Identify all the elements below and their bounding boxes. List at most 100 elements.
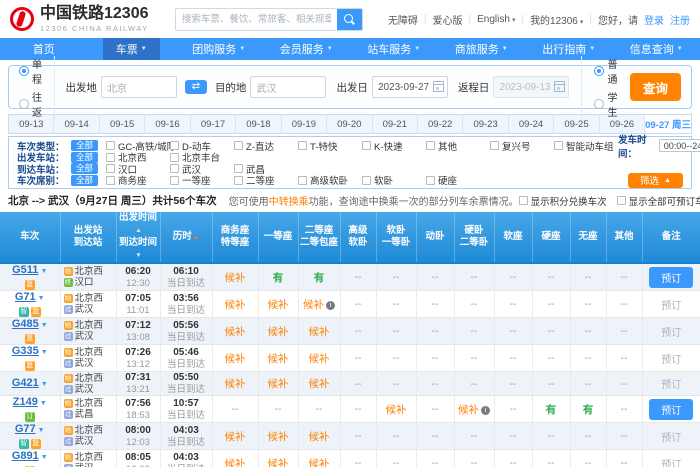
filter-option-其他[interactable]: 其他 bbox=[426, 139, 480, 153]
query-button[interactable]: 查询 bbox=[630, 73, 681, 101]
topbar-link-3[interactable]: English▾ bbox=[477, 14, 515, 25]
summary-checkbox-显示积分兑换车次[interactable]: 显示积分兑换车次 bbox=[519, 194, 607, 208]
date-tab-09-21[interactable]: 09-21 bbox=[372, 115, 417, 133]
column-header-出发时间[interactable]: 出发时间▲到达时间▼ bbox=[116, 212, 160, 263]
filter-option-商务座[interactable]: 商务座 bbox=[106, 173, 160, 187]
from-input[interactable] bbox=[101, 76, 177, 98]
filter-all-button[interactable]: 全部 bbox=[71, 140, 98, 151]
trip-type-往返[interactable]: 往返 bbox=[19, 89, 42, 119]
column-header-出发站: 出发站到达站 bbox=[60, 212, 116, 263]
nav-item-团购服务[interactable]: 团购服务▼ bbox=[175, 38, 263, 60]
seat-status: -- bbox=[621, 457, 628, 467]
passenger-type-学生[interactable]: 学生 bbox=[594, 89, 617, 119]
book-button[interactable]: 预订 bbox=[649, 267, 693, 288]
filter-all-button[interactable]: 全部 bbox=[71, 175, 98, 186]
train-number-link[interactable]: G421 bbox=[12, 377, 39, 389]
filter-option-二等座[interactable]: 二等座 bbox=[234, 173, 288, 187]
summary-checkbox-显示全部可预订车次[interactable]: 显示全部可预订车次 bbox=[617, 194, 700, 208]
topbar-link-1[interactable]: 无障碍 bbox=[388, 12, 418, 27]
filter-option-Z-直达[interactable]: Z-直达 bbox=[234, 139, 288, 153]
date-tab-09-25[interactable]: 09-25 bbox=[553, 115, 598, 133]
seat-cell: -- bbox=[340, 291, 376, 318]
date-tab-09-24[interactable]: 09-24 bbox=[508, 115, 553, 133]
date-tab-09-14[interactable]: 09-14 bbox=[53, 115, 98, 133]
swap-stations-icon[interactable]: ⇄ bbox=[185, 80, 207, 94]
seat-cell: -- bbox=[340, 423, 376, 450]
train-number-link[interactable]: G891 bbox=[12, 450, 39, 462]
date-tab-active[interactable]: 09-27 周三 bbox=[644, 115, 691, 133]
register-link[interactable]: 注册 bbox=[670, 12, 690, 27]
nav-item-商旅服务[interactable]: 商旅服务▼ bbox=[438, 38, 526, 60]
chevron-down-icon[interactable]: ▼ bbox=[41, 454, 48, 461]
filter-all-button[interactable]: 全部 bbox=[71, 152, 98, 163]
date-tab-09-13[interactable]: 09-13 bbox=[9, 115, 53, 133]
seat-cell: -- bbox=[570, 372, 606, 396]
filter-apply-button[interactable]: 筛选▲ bbox=[628, 173, 683, 188]
passenger-type-group: 普通学生 bbox=[581, 56, 617, 119]
search-button[interactable] bbox=[337, 9, 362, 30]
topbar-link-4[interactable]: 我的12306▾ bbox=[530, 12, 583, 27]
filter-option-高级软卧[interactable]: 高级软卧 bbox=[298, 173, 352, 187]
chevron-down-icon[interactable]: ▼ bbox=[40, 400, 47, 407]
date-tab-09-23[interactable]: 09-23 bbox=[462, 115, 507, 133]
filter-option-T-特快[interactable]: T-特快 bbox=[298, 139, 352, 153]
seat-status: -- bbox=[585, 325, 592, 337]
chevron-down-icon[interactable]: ▼ bbox=[41, 381, 48, 388]
date-tab-09-16[interactable]: 09-16 bbox=[144, 115, 189, 133]
brand-logo[interactable]: 中国铁路12306 12306 CHINA RAILWAY bbox=[10, 6, 149, 33]
seat-cell: 有 bbox=[298, 263, 340, 291]
train-number-link[interactable]: Z149 bbox=[13, 396, 38, 408]
train-number-link[interactable]: G77 bbox=[15, 423, 36, 435]
date-tab-09-22[interactable]: 09-22 bbox=[417, 115, 462, 133]
filter-option-一等座[interactable]: 一等座 bbox=[170, 173, 224, 187]
depart-time-select[interactable]: 00:00--24:00▾ bbox=[659, 139, 700, 152]
chevron-down-icon[interactable]: ▼ bbox=[38, 427, 45, 434]
book-button[interactable]: 预订 bbox=[649, 399, 693, 420]
login-link[interactable]: 登录 bbox=[644, 12, 664, 27]
table-row: G335▼复始北京西过武汉07:2613:1205:46当日到达候补候补候补--… bbox=[0, 345, 700, 372]
date-tab-09-15[interactable]: 09-15 bbox=[99, 115, 144, 133]
train-number-link[interactable]: G71 bbox=[15, 291, 36, 303]
trip-type-单程[interactable]: 单程 bbox=[19, 56, 42, 86]
chevron-down-icon: ▼ bbox=[502, 46, 508, 52]
filter-label: 车次席别： bbox=[17, 173, 71, 187]
chevron-down-icon[interactable]: ▼ bbox=[40, 268, 47, 275]
seat-cell: -- bbox=[340, 372, 376, 396]
date-tab-09-26[interactable]: 09-26 bbox=[599, 115, 644, 133]
station-name: 武汉 bbox=[75, 304, 94, 315]
chevron-down-icon[interactable]: ▼ bbox=[41, 349, 48, 356]
filter-all-button[interactable]: 全部 bbox=[71, 163, 98, 174]
chevron-down-icon[interactable]: ▼ bbox=[38, 295, 45, 302]
station-name: 北京西 bbox=[75, 320, 104, 331]
transfer-link[interactable]: 中转换乘 bbox=[269, 197, 309, 208]
seat-status: -- bbox=[585, 352, 592, 364]
calendar-icon[interactable] bbox=[433, 81, 444, 92]
duration: 03:56 bbox=[161, 293, 212, 305]
chevron-down-icon: ▾ bbox=[512, 17, 516, 24]
filter-option-K-快速[interactable]: K-快速 bbox=[362, 139, 416, 153]
nav-item-会员服务[interactable]: 会员服务▼ bbox=[263, 38, 351, 60]
date-tab-09-17[interactable]: 09-17 bbox=[190, 115, 235, 133]
date-tab-09-18[interactable]: 09-18 bbox=[235, 115, 280, 133]
topbar-link-2[interactable]: 爱心版 bbox=[433, 12, 463, 27]
chevron-down-icon[interactable]: ▼ bbox=[41, 322, 48, 329]
checkbox-icon bbox=[617, 196, 626, 205]
search-input[interactable] bbox=[176, 9, 337, 30]
date-tab-09-20[interactable]: 09-20 bbox=[326, 115, 371, 133]
seat-status: 候补 bbox=[225, 299, 246, 311]
nav-item-信息查询[interactable]: 信息查询▼ bbox=[613, 38, 700, 60]
train-number-link[interactable]: G485 bbox=[12, 318, 39, 330]
filter-option-软卧[interactable]: 软卧 bbox=[362, 173, 416, 187]
filter-option-智能动车组[interactable]: 智能动车组 bbox=[554, 139, 608, 153]
filter-option-复兴号[interactable]: 复兴号 bbox=[490, 139, 544, 153]
date-tab-09-19[interactable]: 09-19 bbox=[281, 115, 326, 133]
nav-item-车票[interactable]: 车票▼ bbox=[88, 38, 176, 60]
to-input[interactable] bbox=[250, 76, 326, 98]
train-number-link[interactable]: G511 bbox=[12, 264, 38, 276]
column-header-历时[interactable]: 历时▲ bbox=[160, 212, 212, 263]
passenger-type-普通[interactable]: 普通 bbox=[594, 56, 617, 86]
train-number-link[interactable]: G335 bbox=[12, 345, 39, 357]
nav-item-站车服务[interactable]: 站车服务▼ bbox=[350, 38, 438, 60]
filter-option-硬座[interactable]: 硬座 bbox=[426, 173, 480, 187]
station-name: 武汉 bbox=[75, 331, 94, 342]
